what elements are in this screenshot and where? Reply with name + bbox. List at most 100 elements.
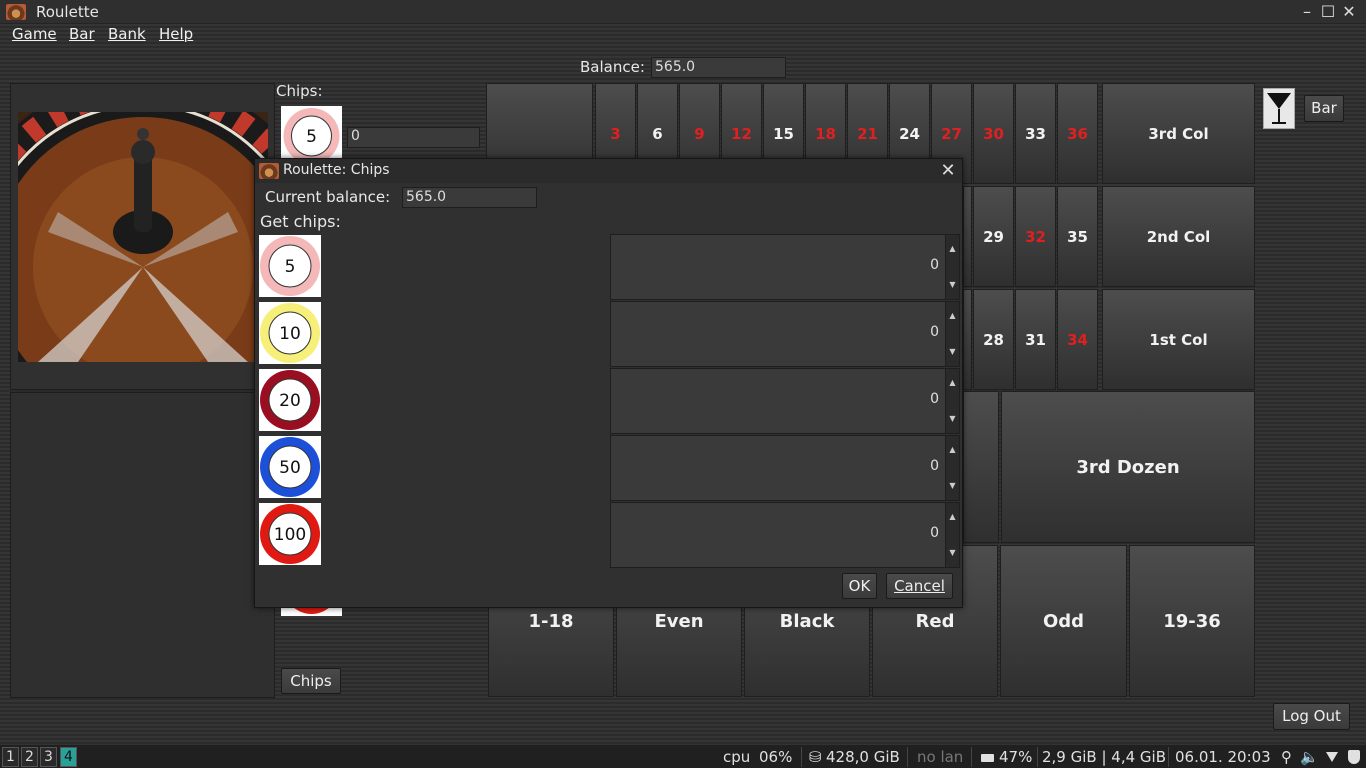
volume-icon[interactable]: 🔈: [1300, 748, 1319, 766]
number-cell[interactable]: 33: [1015, 83, 1056, 184]
number-label: 35: [1067, 228, 1088, 246]
current-balance-label: Current balance:: [265, 188, 391, 206]
bar-button[interactable]: Bar: [1304, 95, 1344, 122]
svg-text:20: 20: [279, 391, 301, 411]
svg-text:50: 50: [279, 458, 301, 478]
menu-help[interactable]: Help: [159, 25, 193, 45]
chip-10-count-spinner[interactable]: 0 ▲ ▼: [610, 301, 960, 367]
chips-button[interactable]: Chips: [281, 668, 341, 694]
menu-bar[interactable]: Bar: [69, 25, 95, 45]
wifi-icon[interactable]: [1326, 752, 1338, 762]
dialog-title: Roulette: Chips: [283, 162, 390, 178]
get-chips-label: Get chips:: [260, 212, 341, 231]
workspace-2[interactable]: 2: [21, 747, 38, 767]
cpu-label: cpu: [723, 748, 751, 766]
bet-odd[interactable]: Odd: [1000, 545, 1127, 697]
number-label: 29: [983, 228, 1004, 246]
chip-count-value[interactable]: 0: [930, 525, 939, 541]
taskbar: 1 2 3 4 cpu 06% ⛁ 428,0 GiB no lan 47% 2…: [0, 744, 1366, 768]
number-label: 34: [1067, 331, 1088, 349]
workspace-4[interactable]: 4: [60, 747, 77, 767]
dialog-close-button[interactable]: ✕: [937, 160, 959, 182]
logout-button[interactable]: Log Out: [1273, 703, 1350, 730]
chip-count-value[interactable]: 0: [930, 257, 939, 273]
number-label: 28: [983, 331, 1004, 349]
close-window-button[interactable]: ✕: [1339, 2, 1359, 22]
number-cell[interactable]: 30: [973, 83, 1014, 184]
spinner-down-icon[interactable]: ▼: [945, 334, 959, 366]
menu-bank[interactable]: Bank: [108, 25, 146, 45]
cancel-button[interactable]: Cancel: [886, 573, 953, 599]
svg-text:5: 5: [285, 257, 296, 277]
spinner-down-icon[interactable]: ▼: [945, 267, 959, 299]
number-cell[interactable]: 36: [1057, 83, 1098, 184]
spinner-up-icon[interactable]: ▲: [945, 369, 959, 401]
column-2nd[interactable]: 2nd Col: [1102, 186, 1255, 287]
chip-100-count-spinner[interactable]: 0 ▲ ▼: [610, 502, 960, 568]
dozen-3rd[interactable]: 3rd Dozen: [1001, 391, 1255, 543]
bet-19-36[interactable]: 19-36: [1129, 545, 1255, 697]
divider: [907, 747, 908, 767]
number-label: 32: [1025, 228, 1046, 246]
window-titlebar: Roulette – ☐ ✕: [0, 0, 1366, 24]
bet-red-label: Red: [915, 611, 955, 632]
shield-icon[interactable]: [1348, 750, 1360, 764]
svg-text:10: 10: [279, 324, 301, 344]
chip-50-count-spinner[interactable]: 0 ▲ ▼: [610, 435, 960, 501]
number-cell[interactable]: 31: [1015, 289, 1056, 390]
chip-20-icon: 20: [259, 369, 321, 431]
bet-black-label: Black: [779, 611, 835, 632]
chip-5-count-spinner[interactable]: 0 ▲ ▼: [610, 234, 960, 300]
number-label: 6: [652, 125, 663, 143]
number-cell[interactable]: 32: [1015, 186, 1056, 287]
ok-button[interactable]: OK: [842, 573, 877, 599]
window-title: Roulette: [36, 3, 99, 21]
number-cell[interactable]: [963, 186, 972, 287]
chip-count-value[interactable]: 0: [930, 391, 939, 407]
spinner-down-icon[interactable]: ▼: [945, 468, 959, 500]
spinner-up-icon[interactable]: ▲: [945, 235, 959, 267]
menu-game[interactable]: Game: [12, 25, 57, 45]
dozen-2nd-partial[interactable]: [963, 391, 999, 543]
number-cell[interactable]: 35: [1057, 186, 1098, 287]
number-label: 9: [694, 125, 705, 143]
number-cell[interactable]: 34: [1057, 289, 1098, 390]
chip-count-value[interactable]: 0: [930, 324, 939, 340]
chip-5-icon[interactable]: 5: [281, 106, 342, 166]
number-label: 30: [983, 125, 1004, 143]
chip-20-count-spinner[interactable]: 0 ▲ ▼: [610, 368, 960, 434]
battery-icon: [981, 754, 994, 762]
dialog-titlebar: Roulette: Chips ✕: [255, 159, 962, 183]
chip-5-count-field[interactable]: 0: [347, 127, 480, 148]
chip-count-value[interactable]: 0: [930, 458, 939, 474]
column-1st[interactable]: 1st Col: [1102, 289, 1255, 390]
spinner-up-icon[interactable]: ▲: [945, 436, 959, 468]
workspace-3[interactable]: 3: [40, 747, 57, 767]
maximize-button[interactable]: ☐: [1318, 2, 1338, 22]
divider: [1037, 747, 1038, 767]
workspace-1[interactable]: 1: [2, 747, 19, 767]
disk-icon: ⛁: [809, 748, 822, 766]
bet-1-18-label: 1-18: [528, 611, 574, 632]
spinner-down-icon[interactable]: ▼: [945, 401, 959, 433]
number-cell[interactable]: [963, 289, 972, 390]
cocktail-glass-icon[interactable]: [1263, 88, 1295, 129]
paperclip-icon[interactable]: ⚲: [1281, 748, 1292, 766]
number-cell[interactable]: 29: [973, 186, 1014, 287]
spinner-up-icon[interactable]: ▲: [945, 302, 959, 334]
chips-label: Chips:: [276, 82, 323, 100]
minimize-button[interactable]: –: [1297, 2, 1317, 22]
chip-50-icon: 50: [259, 436, 321, 498]
log-panel: [10, 392, 275, 698]
svg-text:5: 5: [306, 127, 317, 147]
column-3rd[interactable]: 3rd Col: [1102, 83, 1255, 184]
number-label: 31: [1025, 331, 1046, 349]
cancel-label: Cancel: [894, 577, 945, 595]
spinner-up-icon[interactable]: ▲: [945, 503, 959, 535]
column-1st-label: 1st Col: [1149, 331, 1208, 349]
divider: [971, 747, 972, 767]
number-cell[interactable]: 28: [973, 289, 1014, 390]
spinner-down-icon[interactable]: ▼: [945, 535, 959, 567]
divider: [801, 747, 802, 767]
bet-19-36-label: 19-36: [1163, 611, 1221, 632]
